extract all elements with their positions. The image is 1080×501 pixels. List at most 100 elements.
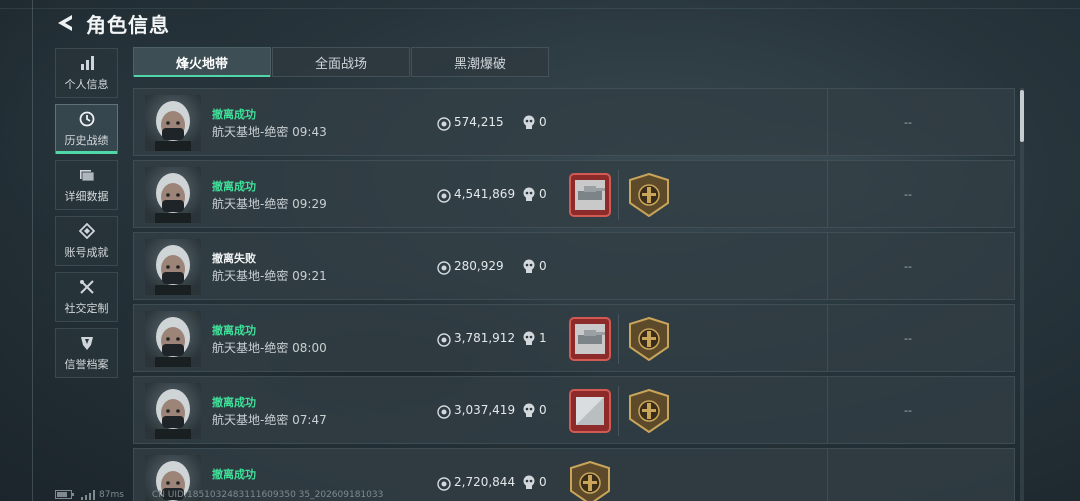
skull-glyph [523,187,535,201]
map-and-time: 航天基地-绝密 08:00 [212,341,327,355]
tools-icon [78,278,96,296]
sidebar: 个人信息 历史战绩 详细数据 账号成就 社交定制 信誉档案 [55,48,119,384]
page-title: 角色信息 [86,12,170,37]
loot-value: 3,781,912 [454,331,516,345]
kill-count: 1 [539,331,547,345]
skull-icon [522,331,536,346]
red-plate-badge-icon-graphic [569,389,611,433]
map-and-time: 航天基地-绝密 07:47 [212,413,327,427]
column-divider [827,161,828,227]
coin-glyph [437,477,451,491]
sidebar-item-personal-info[interactable]: 个人信息 [55,48,118,98]
gold-emblem-badge-icon-graphic [629,316,669,362]
sidebar-item-label: 信誉档案 [64,358,109,371]
coin-glyph [437,117,451,131]
sidebar-item-label: 账号成就 [64,246,109,259]
match-row[interactable]: 撤离失败 航天基地-绝密 09:21 280,929 0 -- [133,232,1015,300]
kill-count: 0 [539,475,547,489]
loot-value: 574,215 [454,115,504,129]
extra-info: -- [904,188,912,201]
uid-readout: CN UID:1851032483111609350 35_2026091810… [151,489,384,500]
extraction-status: 撤离失败 [212,252,256,265]
extraction-status: 撤离成功 [212,180,256,193]
red-tank-badge-icon[interactable] [569,173,611,217]
kill-count: 0 [539,115,547,129]
value-coin-icon [437,116,451,131]
player-avatar [145,239,201,295]
red-plate-badge-icon[interactable] [569,389,611,433]
bar-chart-icon [78,54,96,72]
scrollbar-thumb[interactable] [1020,90,1024,142]
skull-glyph [523,403,535,417]
column-divider [827,233,828,299]
skull-glyph [523,259,535,273]
scrollbar-track[interactable] [1020,88,1024,501]
skull-icon [522,475,536,490]
kill-count: 0 [539,403,547,417]
avatar-portrait-icon [145,239,201,295]
gold-emblem-badge-icon-graphic [570,460,610,501]
avatar-portrait-icon [145,311,201,367]
gold-emblem-badge-icon-graphic [629,388,669,434]
battery-icon [55,490,74,499]
header: 角色信息 [54,8,170,38]
tab-full-battlefield[interactable]: 全面战场 [272,47,410,77]
map-and-time: 航天基地-绝密 09:43 [212,125,327,139]
player-avatar [145,167,201,223]
skull-icon [522,259,536,274]
value-coin-icon [437,188,451,203]
map-and-time: 航天基地-绝密 09:29 [212,197,327,211]
folder-icon [78,166,96,184]
gold-emblem-badge-icon[interactable] [628,316,670,362]
coin-glyph [437,261,451,275]
gold-emblem-badge-icon[interactable] [628,388,670,434]
column-divider [827,377,828,443]
sidebar-item-credit-record[interactable]: 信誉档案 [55,328,118,378]
column-divider [827,89,828,155]
extraction-status: 撤离成功 [212,324,256,337]
player-avatar [145,383,201,439]
sidebar-item-social-custom[interactable]: 社交定制 [55,272,118,322]
ping-readout: 87ms [99,489,124,500]
shield-icon [78,334,96,352]
kill-count: 0 [539,187,547,201]
sidebar-item-label: 社交定制 [64,302,109,315]
sidebar-item-match-history[interactable]: 历史战绩 [55,104,118,154]
kill-count: 0 [539,259,547,273]
value-coin-icon [437,260,451,275]
match-row[interactable]: 撤离成功 航天基地-绝密 08:00 3,781,912 1 -- [133,304,1015,372]
gold-emblem-badge-icon[interactable] [628,172,670,218]
extraction-status: 撤离成功 [212,468,256,481]
skull-icon [522,187,536,202]
footer-status-bar: 87ms CN UID:1851032483111609350 35_20260… [55,488,383,501]
skull-icon [522,403,536,418]
loot-value: 4,541,869 [454,187,516,201]
red-tank-badge-icon-graphic [569,317,611,361]
player-avatar [145,311,201,367]
match-row[interactable]: 撤离成功 航天基地-绝密 07:47 3,037,419 0 -- [133,376,1015,444]
sidebar-item-detailed-data[interactable]: 详细数据 [55,160,118,210]
red-tank-badge-icon-graphic [569,173,611,217]
skull-glyph [523,115,535,129]
value-coin-icon [437,476,451,491]
value-coin-icon [437,404,451,419]
sidebar-item-achievements[interactable]: 账号成就 [55,216,118,266]
gold-emblem-badge-icon[interactable] [569,460,611,501]
tab-warzone[interactable]: 烽火地带 [133,47,271,77]
match-row[interactable]: 撤离成功 航天基地-绝密 09:43 574,215 0 -- [133,88,1015,156]
match-history-list: 撤离成功 航天基地-绝密 09:43 574,215 0 -- 撤离成功 航天基地-绝密 0… [133,88,1016,501]
avatar-portrait-icon [145,95,201,151]
skull-glyph [523,475,535,489]
signal-icon [81,489,95,500]
badge-divider [618,314,619,364]
back-button[interactable] [54,12,76,34]
red-tank-badge-icon[interactable] [569,317,611,361]
tab-black-tide[interactable]: 黑潮爆破 [411,47,549,77]
achievement-icon [78,222,96,240]
match-row[interactable]: 撤离成功航天基地-绝密 09:29 4,541,869 0 -- [133,160,1015,228]
map-and-time: 航天基地-绝密 09:21 [212,269,327,283]
loot-value: 280,929 [454,259,504,273]
sidebar-item-label: 详细数据 [64,190,109,203]
mode-tabs: 烽火地带 全面战场 黑潮爆破 [133,47,550,77]
extra-info: -- [904,116,912,129]
